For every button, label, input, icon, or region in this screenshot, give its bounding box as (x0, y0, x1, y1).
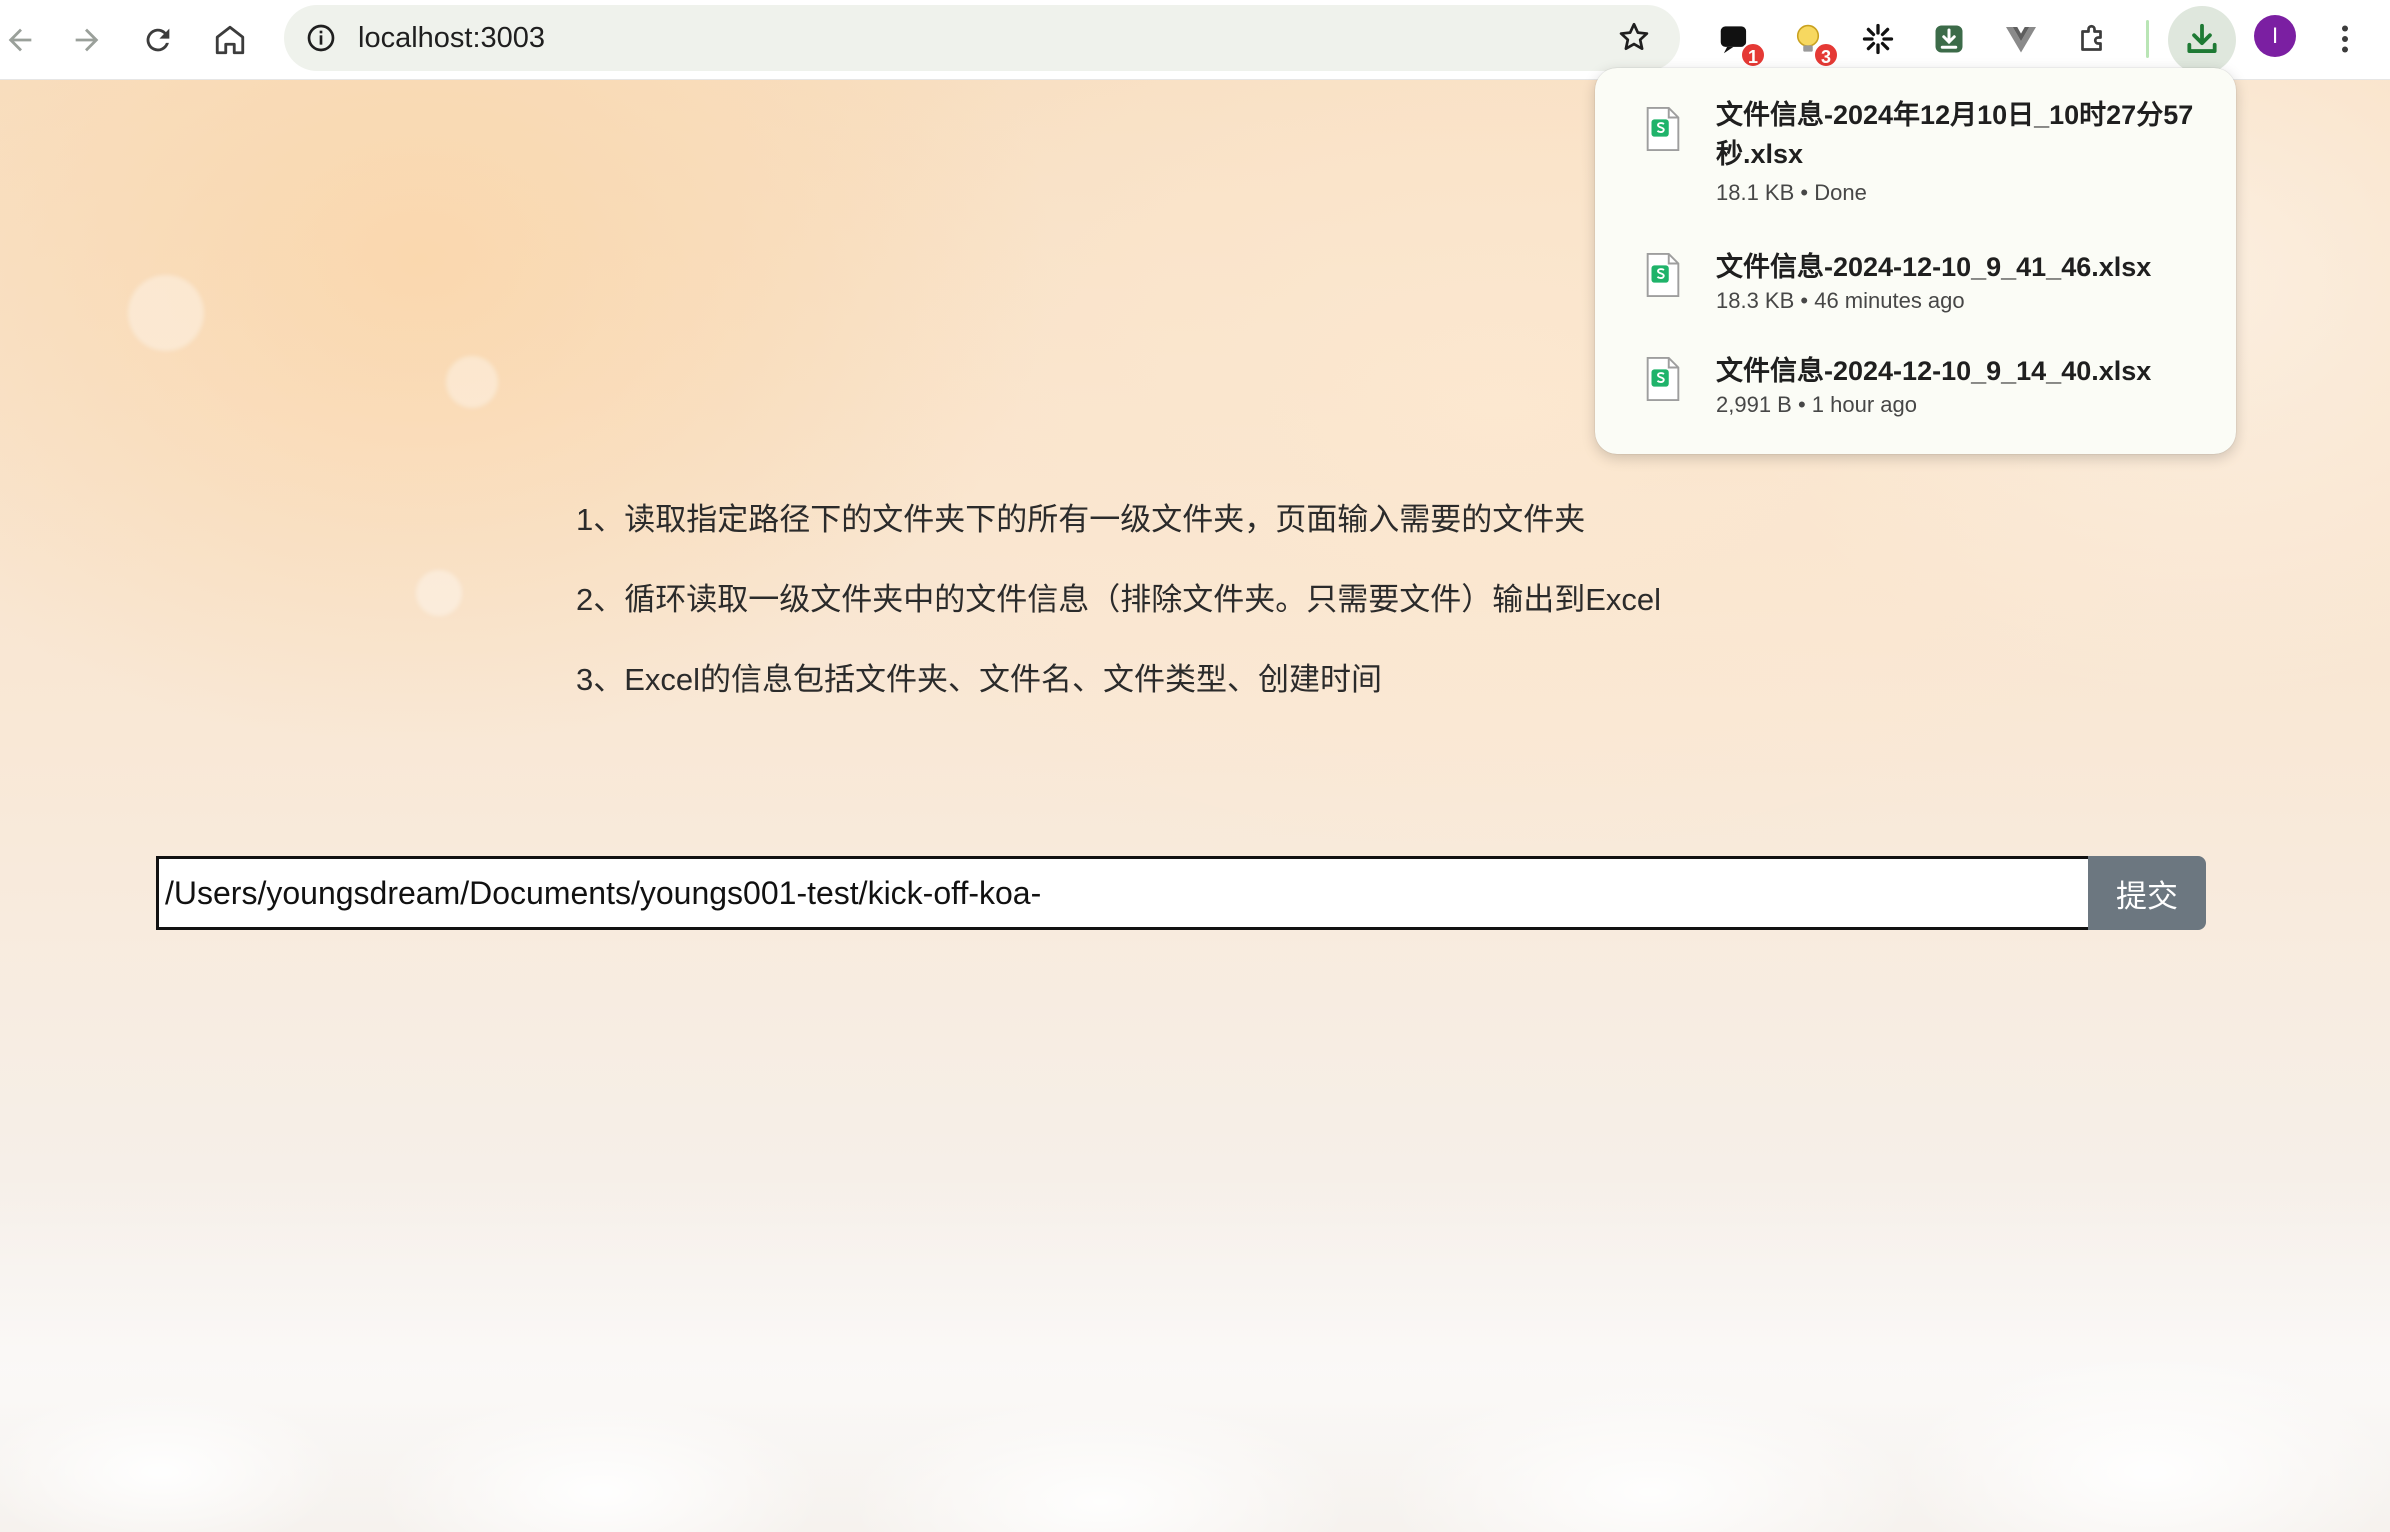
bokeh-light (446, 356, 498, 408)
reload-button[interactable] (128, 10, 188, 70)
xlsx-file-icon (1646, 356, 1680, 402)
download-filename: 文件信息-2024-12-10_9_14_40.xlsx (1716, 356, 2152, 386)
home-icon (215, 25, 245, 55)
downloads-panel: 文件信息-2024年12月10日_10时27分57 秒.xlsx 18.1 KB… (1595, 68, 2236, 454)
arrow-left-icon (8, 28, 32, 52)
xlsx-file-icon (1646, 252, 1680, 298)
back-button[interactable] (0, 10, 50, 70)
path-input[interactable] (156, 856, 2088, 930)
ext-bulb-badge: 3 (1813, 42, 1839, 68)
reload-icon (146, 28, 170, 52)
bookmark-star-icon[interactable] (1616, 19, 1654, 57)
download-meta: 18.1 KB • Done (1716, 180, 1867, 205)
downloads-button[interactable] (2168, 6, 2236, 74)
download-filename-line: 秒.xlsx (1716, 139, 1804, 169)
arrow-right-icon (75, 28, 99, 52)
profile-avatar[interactable]: I (2254, 15, 2296, 57)
instruction-item: 2、循环读取一级文件夹中的文件信息（排除文件夹。只需要文件）输出到Excel (576, 582, 1662, 617)
instruction-item: 1、读取指定路径下的文件夹下的所有一级文件夹，页面输入需要的文件夹 (576, 502, 1586, 537)
path-form: 提交 (156, 856, 2206, 930)
download-meta: 18.3 KB • 46 minutes ago (1716, 288, 1965, 313)
url-text[interactable]: localhost:3003 (358, 5, 545, 71)
download-filename: 文件信息-2024-12-10_9_41_46.xlsx (1716, 252, 2152, 282)
ext-puzzle-icon[interactable] (2068, 14, 2118, 64)
download-item[interactable]: 文件信息-2024年12月10日_10时27分57 秒.xlsx 18.1 KB… (1595, 96, 2236, 208)
instruction-item: 3、Excel的信息包括文件夹、文件名、文件类型、创建时间 (576, 662, 1383, 697)
ext-vue-icon[interactable] (1996, 14, 2046, 64)
browser-menu-icon[interactable] (2324, 14, 2366, 64)
bokeh-light (416, 570, 462, 616)
download-item[interactable]: 文件信息-2024-12-10_9_14_40.xlsx 2,991 B • 1… (1595, 352, 2236, 422)
snow-decoration (0, 1172, 2390, 1532)
download-icon (2187, 23, 2217, 53)
instructions-list: 1、读取指定路径下的文件夹下的所有一级文件夹，页面输入需要的文件夹 2、循环读取… (576, 480, 1661, 720)
toolbar-divider (2146, 20, 2149, 58)
ext-spinner-icon[interactable] (1853, 14, 1903, 64)
site-info-icon[interactable] (302, 19, 340, 57)
download-filename-line: 文件信息-2024年12月10日_10时27分57 (1716, 100, 2194, 130)
download-filename: 文件信息-2024年12月10日_10时27分57 秒.xlsx (1716, 96, 2216, 174)
xlsx-file-icon (1646, 106, 1680, 152)
ext-chat-badge: 1 (1740, 42, 1766, 68)
ext-bulb-icon[interactable]: 3 (1783, 14, 1839, 68)
address-bar[interactable]: localhost:3003 (284, 5, 1680, 71)
submit-button[interactable]: 提交 (2088, 856, 2206, 930)
bokeh-light (128, 275, 204, 351)
download-meta: 2,991 B • 1 hour ago (1716, 392, 1917, 417)
forward-button[interactable] (57, 10, 117, 70)
home-button[interactable] (200, 10, 260, 70)
ext-downloader-icon[interactable] (1924, 14, 1974, 64)
download-item[interactable]: 文件信息-2024-12-10_9_41_46.xlsx 18.3 KB • 4… (1595, 248, 2236, 318)
ext-chat-icon[interactable]: 1 (1710, 14, 1766, 68)
